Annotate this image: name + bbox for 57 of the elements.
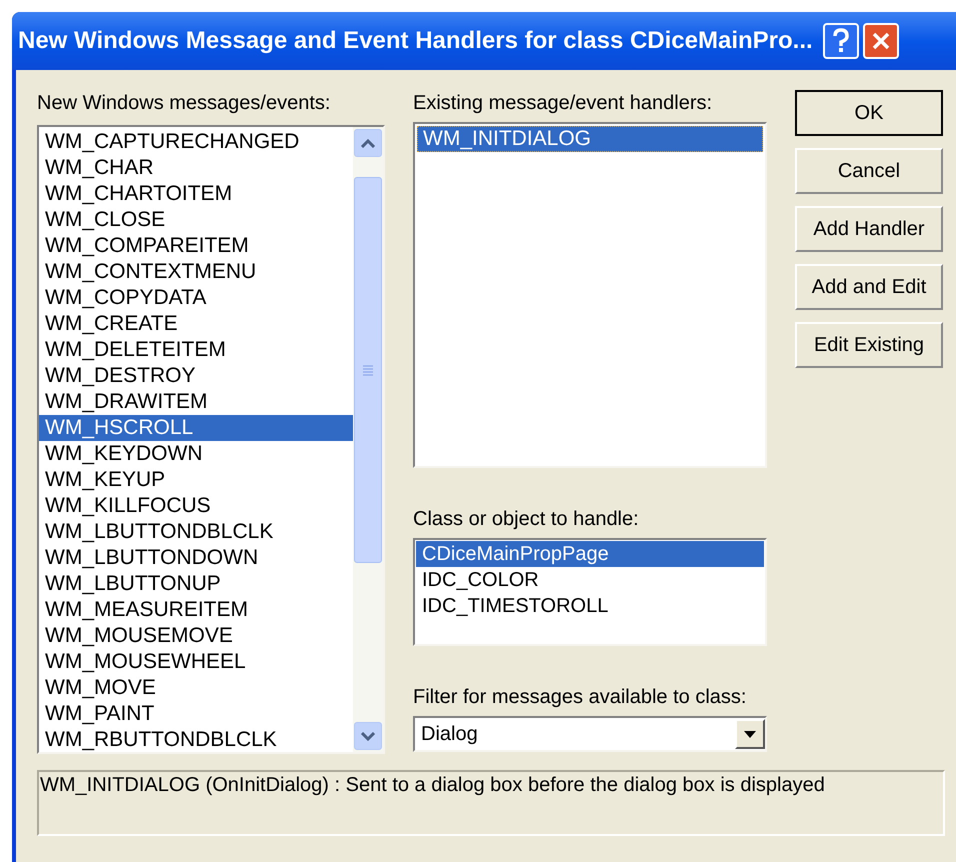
grip-icon <box>362 364 374 376</box>
list-item[interactable]: WM_DELETEITEM <box>39 337 353 363</box>
dialog-button[interactable]: OK <box>795 90 943 136</box>
caret-down-icon <box>361 732 375 740</box>
list-item[interactable]: WM_MOUSEMOVE <box>39 623 353 649</box>
dialog-button[interactable]: Add and Edit <box>795 264 943 310</box>
scroll-down-button[interactable] <box>354 722 382 750</box>
list-item[interactable]: CDiceMainPropPage <box>416 541 764 567</box>
caret-up-icon <box>361 138 375 148</box>
list-item[interactable]: WM_CREATE <box>39 311 353 337</box>
classes-list[interactable]: CDiceMainPropPage IDC_COLOR IDC_TIMESTOROLL <box>413 538 767 646</box>
list-item[interactable]: IDC_COLOR <box>416 567 764 593</box>
list-item[interactable]: WM_KILLFOCUS <box>39 493 353 519</box>
field-label: Filter for messages available to class: <box>413 685 748 710</box>
list-item[interactable]: WM_MOVE <box>39 675 353 701</box>
list-item[interactable]: WM_CAPTURECHANGED <box>39 129 353 155</box>
filter-dropdown[interactable]: Dialog <box>413 716 767 752</box>
scrollbar[interactable] <box>353 127 383 752</box>
scrollbar-thumb[interactable] <box>354 177 382 563</box>
list-item[interactable]: WM_RBUTTONDBLCLK <box>39 727 353 752</box>
list-item[interactable]: WM_COMPAREITEM <box>39 233 353 259</box>
scroll-up-button[interactable] <box>354 129 382 157</box>
dialog-button[interactable]: Edit Existing <box>795 322 943 368</box>
messages-list[interactable] <box>37 125 385 754</box>
list-item[interactable]: WM_CONTEXTMENU <box>39 259 353 285</box>
list-item[interactable]: WM_LBUTTONDBLCLK <box>39 519 353 545</box>
close-button[interactable] <box>862 23 899 59</box>
list-item[interactable]: WM_MEASUREITEM <box>39 597 353 623</box>
description-text: WM_INITDIALOG (OnInitDialog) : Sent to a dialog box before the dialog box is displayed <box>39 773 826 798</box>
list-item[interactable]: WM_HSCROLL <box>39 415 353 441</box>
list-item[interactable]: WM_KEYDOWN <box>39 441 353 467</box>
list-item[interactable]: WM_LBUTTONDOWN <box>39 545 353 571</box>
field-label: Existing message/event handlers: <box>413 91 714 116</box>
list-item[interactable]: WM_DRAWITEM <box>39 389 353 415</box>
dropdown-value: Dialog <box>420 722 479 747</box>
list-item[interactable]: WM_COPYDATA <box>39 285 353 311</box>
list-item[interactable]: WM_LBUTTONUP <box>39 571 353 597</box>
help-button[interactable] <box>822 23 859 59</box>
field-label: New Windows messages/events: <box>37 91 332 116</box>
dialog-button[interactable]: Add Handler <box>795 206 943 252</box>
list-item[interactable]: WM_DESTROY <box>39 363 353 389</box>
list-item[interactable]: WM_CLOSE <box>39 207 353 233</box>
list-item[interactable]: WM_CHARTOITEM <box>39 181 353 207</box>
dialog-button[interactable]: Cancel <box>795 148 943 194</box>
help-icon <box>832 28 850 54</box>
window-title: New Windows Message and Event Handlers for class CDiceMainPro... <box>18 26 813 56</box>
close-icon <box>870 31 891 51</box>
caret-down-icon <box>744 730 756 738</box>
field-label: Class or object to handle: <box>413 507 640 532</box>
handlers-list[interactable]: WM_INITDIALOG <box>413 122 767 468</box>
list-item[interactable]: WM_CHAR <box>39 155 353 181</box>
list-item[interactable]: WM_KEYUP <box>39 467 353 493</box>
dropdown-arrow-button[interactable] <box>735 719 765 749</box>
list-item[interactable]: WM_PAINT <box>39 701 353 727</box>
list-item[interactable]: IDC_TIMESTOROLL <box>416 593 764 619</box>
list-item[interactable]: WM_MOUSEWHEEL <box>39 649 353 675</box>
list-item[interactable]: WM_INITDIALOG <box>417 126 763 152</box>
